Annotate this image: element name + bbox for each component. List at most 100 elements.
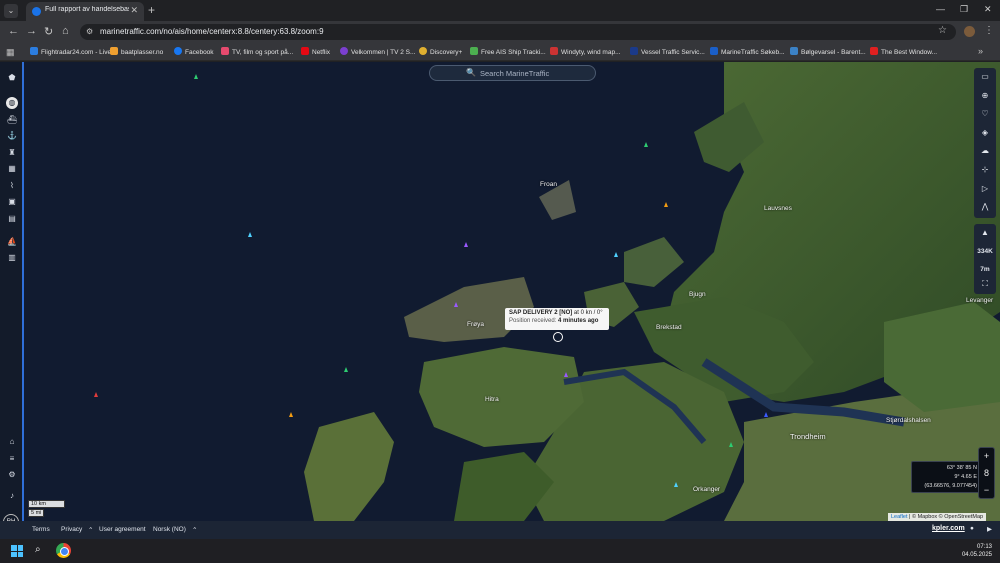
tag-icon[interactable]: ⌂ xyxy=(6,436,18,448)
fleet-icon[interactable]: ⛵ xyxy=(6,236,18,248)
vessel-marker[interactable] xyxy=(289,412,293,417)
bookmark-item[interactable]: baatplasser.no xyxy=(110,47,163,56)
address-url[interactable]: marinetraffic.com/no/ais/home/centerx:8.… xyxy=(100,27,324,36)
chat-icon[interactable]: ▭ xyxy=(974,68,996,87)
tab-search-icon[interactable]: ⌄ xyxy=(4,4,18,18)
baatplasser-icon xyxy=(110,47,118,55)
more-bookmarks-icon[interactable]: » xyxy=(978,46,983,56)
bookmark-item[interactable]: The Best Window... xyxy=(870,47,937,56)
port-icon[interactable]: ▦ xyxy=(6,163,18,175)
layers-icon[interactable]: ⊕ xyxy=(974,87,996,106)
fullscreen-icon[interactable]: ⛶ xyxy=(974,275,996,294)
browser-menu-icon[interactable]: ⋮ xyxy=(984,25,994,36)
vessel-marker[interactable] xyxy=(614,252,618,257)
maximize-icon[interactable]: ❐ xyxy=(960,4,968,15)
antenna-icon[interactable]: ⌇ xyxy=(6,180,18,192)
weather-icon[interactable]: ☁ xyxy=(974,142,996,161)
back-icon[interactable]: ← xyxy=(8,25,19,37)
measure-icon[interactable]: ⊹ xyxy=(974,161,996,180)
map-canvas[interactable]: 🔍 Search MarineTraffic Froan Frøya Hitra… xyxy=(24,62,1000,521)
vessel-marker[interactable] xyxy=(94,392,98,397)
bookmark-item[interactable]: Windyty, wind map... xyxy=(550,47,620,56)
marinetraffic-favicon-icon xyxy=(32,7,41,16)
system-clock[interactable]: 07:13 04.05.2025 xyxy=(948,543,992,559)
photos-icon[interactable]: ▣ xyxy=(6,196,18,208)
bookmark-item[interactable]: Vessel Traffic Servic... xyxy=(630,47,705,56)
notifications-icon[interactable]: ♪ xyxy=(6,490,18,502)
address-bar[interactable]: ⚙ marinetraffic.com/no/ais/home/centerx:… xyxy=(80,24,956,40)
close-window-icon[interactable]: ✕ xyxy=(984,4,992,15)
vessel-name: SAP DELIVERY 2 [NO] xyxy=(509,310,573,316)
lighthouse-icon[interactable]: ♜ xyxy=(6,147,18,159)
anchor-icon[interactable]: ⚓ xyxy=(6,130,18,142)
place-label: Orkanger xyxy=(693,486,721,493)
settings-icon[interactable]: ⚙ xyxy=(6,469,18,481)
apple-icon[interactable]: ● xyxy=(970,525,974,532)
bookmark-star-icon[interactable]: ☆ xyxy=(938,25,947,36)
site-info-icon[interactable]: ⚙ xyxy=(86,27,93,36)
vessel-marker[interactable] xyxy=(764,412,768,417)
vessel-icon[interactable]: ⛴ xyxy=(6,114,18,126)
user-agreement-link[interactable]: User agreement xyxy=(99,526,146,533)
bookmark-item[interactable]: Flightradar24.com - Live... xyxy=(30,47,117,56)
forward-icon[interactable]: → xyxy=(26,25,37,37)
profile-avatar[interactable] xyxy=(964,26,975,37)
bookmark-item[interactable]: TV, film og sport på... xyxy=(221,47,293,56)
bookmark-item[interactable]: Discovery+ xyxy=(419,47,462,56)
chevron-up-icon: ⌃ xyxy=(192,527,198,534)
minimize-icon[interactable]: — xyxy=(936,4,945,14)
nav-bar: ← → ↻ ⌂ ⚙ marinetraffic.com/no/ais/home/… xyxy=(0,21,1000,43)
privacy-link[interactable]: Privacy xyxy=(61,526,82,533)
vessel-marker[interactable] xyxy=(564,372,568,377)
vessel-marker[interactable] xyxy=(644,142,648,147)
chrome-icon[interactable] xyxy=(56,543,71,558)
vessel-marker[interactable] xyxy=(464,242,468,247)
reports-icon[interactable]: ▤ xyxy=(6,213,18,225)
reload-icon[interactable]: ↻ xyxy=(44,25,53,38)
vessel-marker[interactable] xyxy=(454,302,458,307)
favorites-icon[interactable]: ♡ xyxy=(974,105,996,124)
place-label: Lauvsnes xyxy=(764,205,792,212)
scale-mi: 5 mi xyxy=(28,509,44,517)
tab-title: Full rapport av handelsebasert... xyxy=(45,6,129,13)
browser-tab[interactable]: Full rapport av handelsebasert... ✕ xyxy=(26,2,144,21)
selected-vessel-target-icon[interactable] xyxy=(553,332,563,342)
globe-icon[interactable]: ◍ xyxy=(6,97,18,109)
database-icon[interactable]: ≡ xyxy=(6,453,18,465)
windows-start-icon[interactable] xyxy=(11,545,23,557)
bookmark-item[interactable]: Netflix xyxy=(301,47,330,56)
vessel-marker[interactable] xyxy=(664,202,668,207)
dashboard-icon[interactable]: ▥ xyxy=(6,252,18,264)
vessel-marker[interactable] xyxy=(194,74,198,79)
zoom-in-button[interactable]: + xyxy=(979,448,994,465)
vessel-marker[interactable] xyxy=(674,482,678,487)
zoom-out-button[interactable]: − xyxy=(979,482,994,499)
marinetraffic-logo-icon[interactable]: ⬟ xyxy=(6,72,18,84)
bookmark-item[interactable]: Velkommen | TV 2 S... xyxy=(340,47,415,56)
tab-close-icon[interactable]: ✕ xyxy=(130,5,138,16)
vessel-marker[interactable] xyxy=(344,367,348,372)
bookmark-item[interactable]: Free AIS Ship Tracki... xyxy=(470,47,546,56)
bookmark-item[interactable]: Bølgevarsel - Barent... xyxy=(790,47,866,56)
play-icon[interactable]: ▷ xyxy=(974,180,996,199)
page-footer: Terms Privacy ⌃ User agreement Norsk (NO… xyxy=(0,521,1000,539)
terms-link[interactable]: Terms xyxy=(32,526,50,533)
tv2-sumo-icon xyxy=(340,47,348,55)
search-placeholder[interactable]: Search MarineTraffic xyxy=(480,69,549,78)
taskbar-search-icon[interactable]: ⌕ xyxy=(35,544,41,555)
kpler-link[interactable]: kpler.com xyxy=(932,525,965,532)
bookmark-item[interactable]: Facebook xyxy=(174,47,214,56)
route-icon[interactable]: ⋀ xyxy=(974,198,996,217)
vessel-count-icon[interactable]: ▲ xyxy=(974,224,996,243)
leaflet-link[interactable]: Leaflet xyxy=(891,514,908,520)
play-store-icon[interactable]: ▶ xyxy=(987,525,992,533)
search-box[interactable]: 🔍 Search MarineTraffic xyxy=(429,65,596,81)
vessel-marker[interactable] xyxy=(729,442,733,447)
map-layers-icon[interactable]: ◈ xyxy=(974,124,996,143)
bookmark-item[interactable]: MarineTraffic Søkeb... xyxy=(710,47,785,56)
vessel-marker[interactable] xyxy=(248,232,252,237)
apps-grid-icon[interactable]: ▦ xyxy=(6,47,15,58)
new-tab-icon[interactable]: + xyxy=(148,3,155,17)
language-selector[interactable]: Norsk (NO) xyxy=(153,526,186,533)
home-icon[interactable]: ⌂ xyxy=(62,25,69,37)
